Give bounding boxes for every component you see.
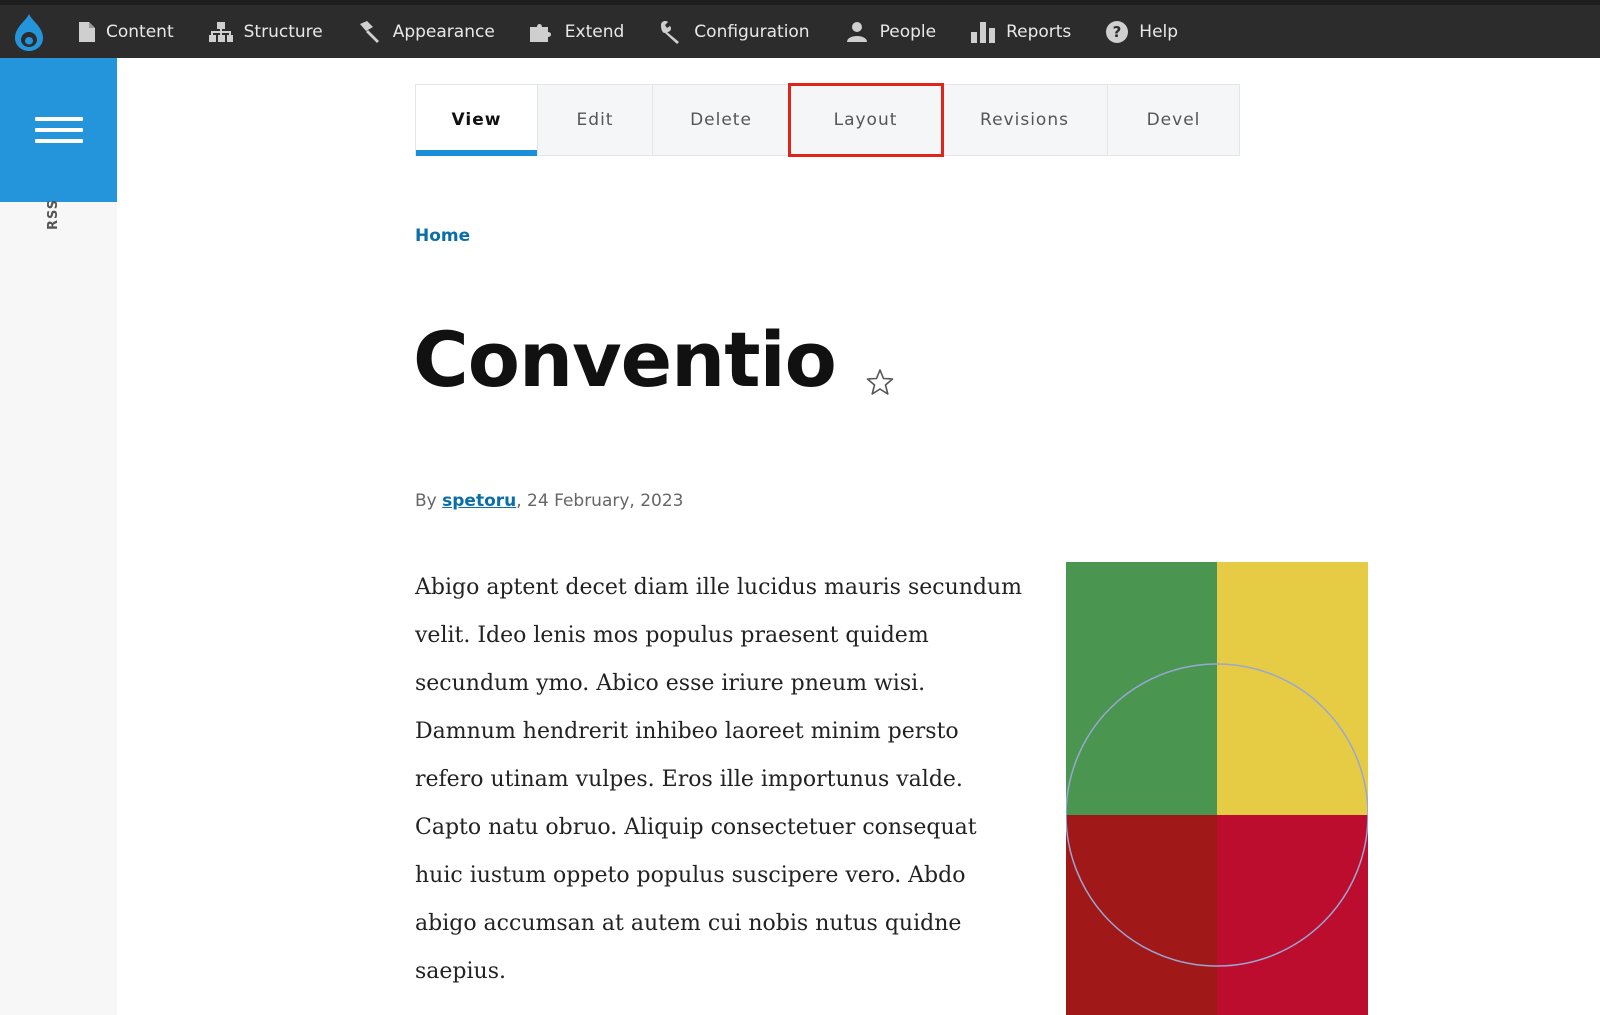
tab-devel[interactable]: Devel xyxy=(1108,85,1239,155)
tab-delete[interactable]: Delete xyxy=(653,85,790,155)
toolbar-label-people: People xyxy=(879,21,937,42)
star-icon[interactable] xyxy=(866,368,894,396)
page-title: Conventio xyxy=(413,315,837,404)
byline-prefix: By xyxy=(415,491,443,511)
file-icon xyxy=(79,21,95,42)
toolbar-label-help: Help xyxy=(1139,21,1179,42)
paintbrush-icon xyxy=(359,20,379,43)
toolbar-item-help[interactable]: ? Help xyxy=(1105,5,1178,58)
tab-edit[interactable]: Edit xyxy=(538,85,653,155)
article-byline: By spetoru, 24 February, 2023 xyxy=(415,491,684,511)
toolbar-label-structure: Structure xyxy=(243,21,323,42)
toolbar-item-structure[interactable]: Structure xyxy=(208,5,323,58)
toolbar-item-extend[interactable]: Extend xyxy=(529,5,625,58)
toolbar-item-content[interactable]: Content xyxy=(78,5,174,58)
toolbar-item-appearance[interactable]: Appearance xyxy=(357,5,495,58)
article-image xyxy=(1066,562,1368,1015)
hamburger-icon xyxy=(34,110,83,150)
bar-chart-icon xyxy=(971,21,996,43)
drupal-logo-icon[interactable] xyxy=(0,5,58,58)
tab-revisions[interactable]: Revisions xyxy=(942,85,1108,155)
sitemap-icon xyxy=(208,21,233,42)
tab-layout[interactable]: Layout xyxy=(788,83,944,157)
author-link[interactable]: spetoru xyxy=(442,491,516,511)
people-icon xyxy=(846,21,867,42)
help-icon: ? xyxy=(1106,20,1129,43)
breadcrumb-home[interactable]: Home xyxy=(415,226,470,246)
toolbar-item-reports[interactable]: Reports xyxy=(970,5,1071,58)
byline-date: , 24 February, 2023 xyxy=(516,491,684,511)
admin-toolbar: Content Structure Appearance Extend Conf… xyxy=(0,0,1600,58)
toolbar-label-appearance: Appearance xyxy=(392,21,495,42)
toolbar-label-extend: Extend xyxy=(564,21,625,42)
toolbar-label-reports: Reports xyxy=(1006,21,1072,42)
rss-link[interactable]: RSS xyxy=(46,199,66,230)
wrench-icon xyxy=(661,20,680,44)
svg-text:?: ? xyxy=(1113,23,1122,41)
local-tasks-tabs: View Edit Delete Layout Revisions Devel xyxy=(415,83,1240,157)
menu-toggle-button[interactable] xyxy=(0,58,117,202)
toolbar-item-configuration[interactable]: Configuration xyxy=(658,5,810,58)
admin-menu: Content Structure Appearance Extend Conf… xyxy=(78,5,1212,58)
title-row: Conventio xyxy=(413,322,894,398)
toolbar-item-people[interactable]: People xyxy=(844,5,936,58)
toolbar-label-configuration: Configuration xyxy=(694,21,810,42)
tab-view[interactable]: View xyxy=(416,85,538,156)
toolbar-label-content: Content xyxy=(106,21,174,42)
article-body: Abigo aptent decet diam ille lucidus mau… xyxy=(415,575,1023,984)
puzzle-icon xyxy=(529,23,551,42)
